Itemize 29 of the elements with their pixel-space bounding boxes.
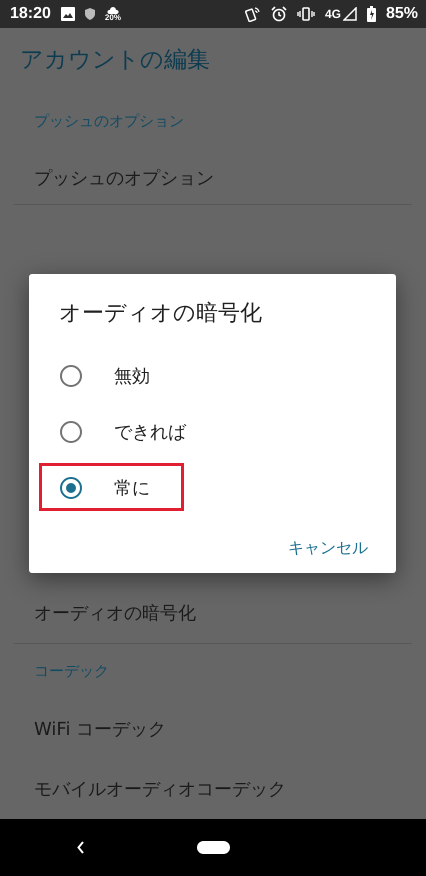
settings-item[interactable]: WiFi コーデック xyxy=(0,699,426,759)
shield-icon xyxy=(84,8,95,20)
phone-wireless-icon xyxy=(244,6,261,22)
status-time: 18:20 xyxy=(10,5,51,23)
radio-button[interactable] xyxy=(60,365,82,387)
radio-button[interactable] xyxy=(60,421,82,443)
battery-level: 85% xyxy=(386,5,418,23)
option-label[interactable]: できれば xyxy=(114,420,186,444)
option-label[interactable]: 無効 xyxy=(114,364,150,388)
dialog-title: オーディオの暗号化 xyxy=(58,300,263,328)
cancel-button[interactable]: キャンセル xyxy=(282,530,374,567)
signal-icon xyxy=(342,7,357,21)
back-icon[interactable] xyxy=(77,841,85,854)
settings-item[interactable]: モバイルオーディオコーデック xyxy=(0,759,426,819)
section-header: プッシュのオプション xyxy=(33,111,185,132)
weather-reading: 20% xyxy=(104,14,121,22)
alarm-icon xyxy=(270,6,287,22)
section-header: コーデック xyxy=(33,660,110,682)
battery-icon xyxy=(366,6,376,22)
radio-button[interactable] xyxy=(60,477,82,499)
image-icon xyxy=(60,7,75,21)
screen-title: アカウントの編集 xyxy=(19,46,211,75)
network-type: 4G xyxy=(324,7,341,21)
option-label[interactable]: 常に xyxy=(114,476,150,500)
settings-item[interactable]: オーディオの暗号化 xyxy=(0,582,426,643)
settings-item[interactable]: プッシュのオプション xyxy=(0,152,426,204)
vibrate-icon xyxy=(296,7,315,21)
home-button[interactable] xyxy=(196,841,230,854)
cloud-icon xyxy=(106,6,119,14)
